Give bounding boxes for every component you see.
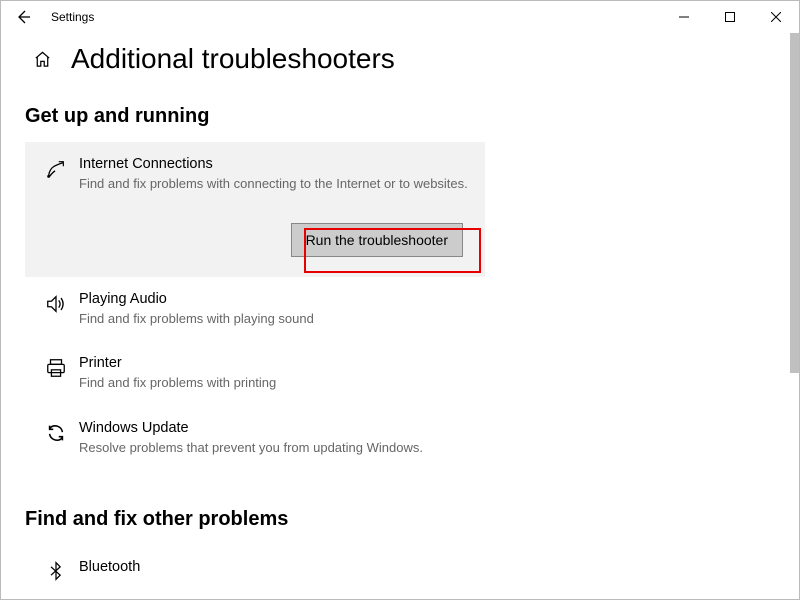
ts-name: Windows Update bbox=[79, 420, 469, 436]
bluetooth-icon bbox=[41, 559, 71, 581]
audio-icon bbox=[41, 291, 71, 328]
ts-name: Printer bbox=[79, 355, 469, 371]
ts-name: Internet Connections bbox=[79, 156, 469, 172]
back-button[interactable] bbox=[9, 3, 37, 31]
internet-icon bbox=[41, 156, 71, 193]
ts-item-bluetooth[interactable]: Bluetooth bbox=[25, 545, 485, 583]
ts-name: Bluetooth bbox=[79, 559, 469, 575]
ts-desc: Resolve problems that prevent you from u… bbox=[79, 439, 469, 457]
printer-icon bbox=[41, 355, 71, 392]
ts-item-windows-update[interactable]: Windows Update Resolve problems that pre… bbox=[25, 406, 485, 471]
maximize-button[interactable] bbox=[707, 1, 753, 33]
ts-desc: Find and fix problems with connecting to… bbox=[79, 175, 469, 193]
titlebar: Settings bbox=[1, 1, 799, 33]
ts-name: Playing Audio bbox=[79, 291, 469, 307]
ts-item-printer[interactable]: Printer Find and fix problems with print… bbox=[25, 341, 485, 406]
ts-desc: Find and fix problems with playing sound bbox=[79, 310, 469, 328]
window-controls bbox=[661, 1, 799, 33]
minimize-button[interactable] bbox=[661, 1, 707, 33]
run-troubleshooter-button[interactable]: Run the troubleshooter bbox=[291, 223, 463, 257]
window-title: Settings bbox=[51, 10, 94, 24]
update-icon bbox=[41, 420, 71, 457]
content-area: Additional troubleshooters Get up and ru… bbox=[1, 33, 799, 599]
section-heading-other: Find and fix other problems bbox=[25, 508, 799, 531]
scrollbar bbox=[790, 33, 799, 599]
ts-item-audio[interactable]: Playing Audio Find and fix problems with… bbox=[25, 277, 485, 342]
close-button[interactable] bbox=[753, 1, 799, 33]
section-heading-running: Get up and running bbox=[25, 105, 799, 128]
page-header: Additional troubleshooters bbox=[25, 43, 799, 75]
ts-desc: Find and fix problems with printing bbox=[79, 374, 469, 392]
troubleshooter-list: Internet Connections Find and fix proble… bbox=[25, 142, 485, 470]
troubleshooter-list-other: Bluetooth bbox=[25, 545, 485, 583]
ts-item-internet[interactable]: Internet Connections Find and fix proble… bbox=[25, 142, 485, 277]
page-title: Additional troubleshooters bbox=[71, 43, 395, 75]
settings-window: Settings Additional troubleshooters Get … bbox=[0, 0, 800, 600]
home-icon[interactable] bbox=[31, 48, 53, 70]
scrollbar-thumb[interactable] bbox=[790, 33, 799, 373]
